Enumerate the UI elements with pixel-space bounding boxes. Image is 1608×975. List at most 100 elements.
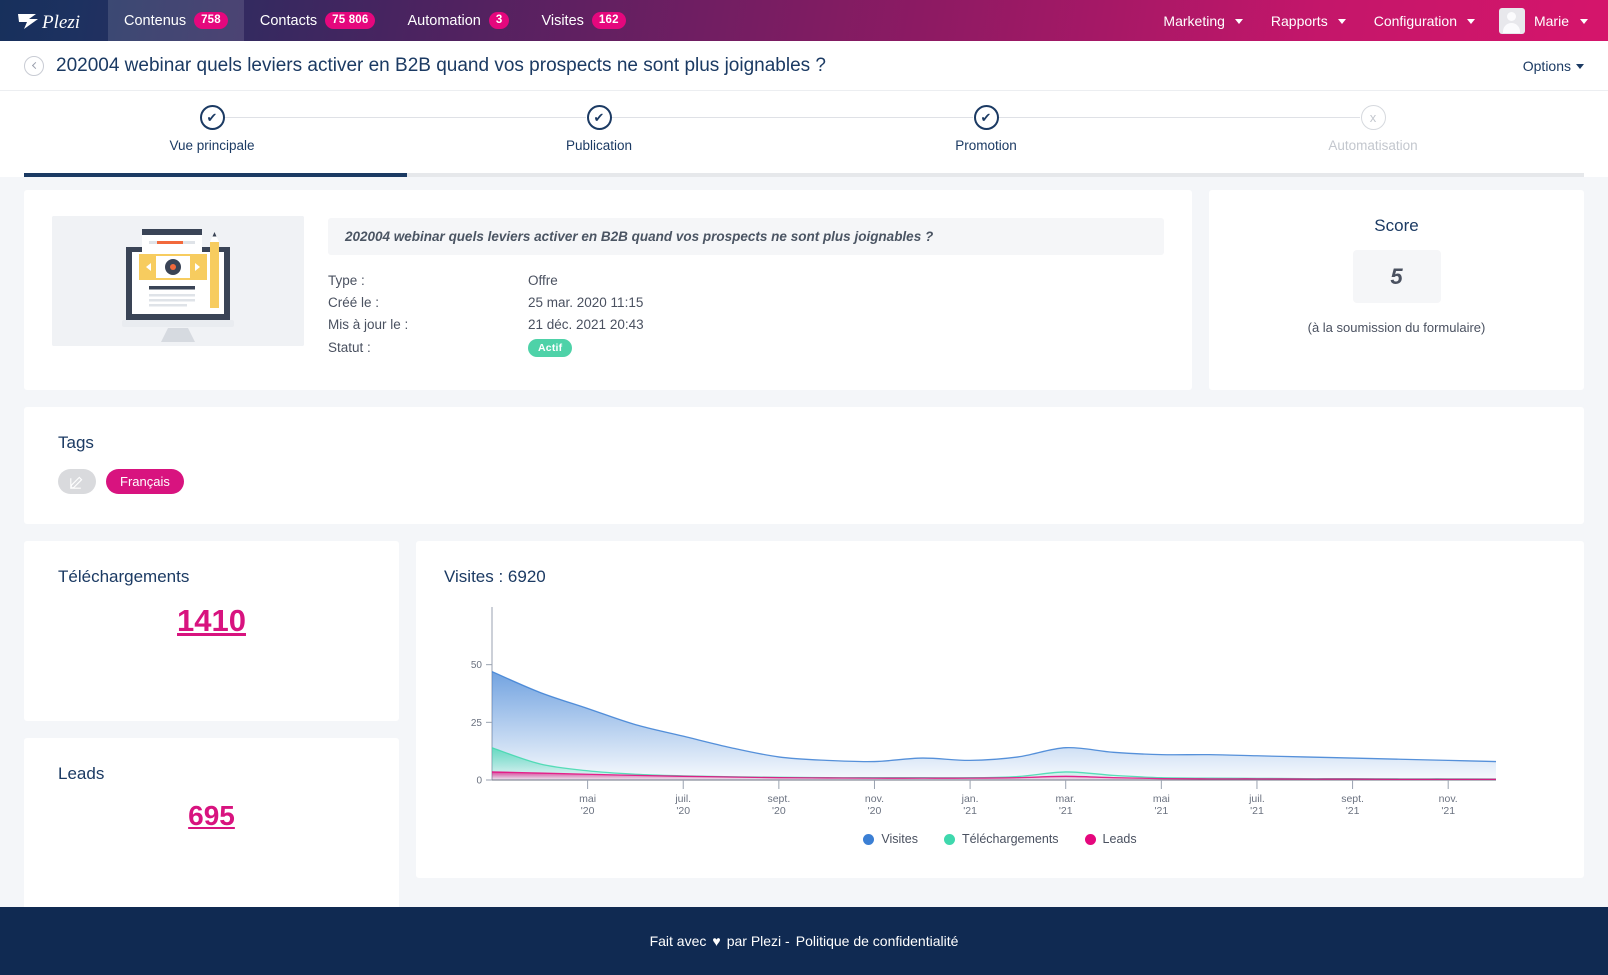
step-check-icon: ✔ — [586, 105, 612, 130]
status-badge: Actif — [528, 338, 573, 357]
stat-title: Téléchargements — [58, 567, 190, 586]
score-card: Score 5 (à la soumission du formulaire) — [1209, 190, 1584, 390]
chart-title: Visites : 6920 — [444, 567, 546, 586]
edit-tags-button[interactable] — [58, 469, 96, 494]
nav-item-automation[interactable]: Automation 3 — [391, 0, 525, 41]
meta-row-type: Type : Offre — [328, 269, 644, 291]
plezi-logo-icon: Plezi — [18, 12, 80, 33]
main-content: 202004 webinar quels leviers activer en … — [0, 177, 1608, 918]
visits-area-chart: 02550mai'20juil.'20sept.'20nov.'20jan.'2… — [471, 607, 1497, 817]
user-menu[interactable]: Marie — [1489, 0, 1594, 41]
legend-item-leads[interactable]: Leads — [1084, 832, 1137, 846]
svg-text:50: 50 — [471, 660, 483, 671]
meta-key: Mis à jour le : — [328, 316, 409, 332]
options-dropdown[interactable]: Options — [1523, 58, 1584, 74]
stat-card-leads: Leads 695 — [24, 738, 399, 918]
content-info-card: 202004 webinar quels leviers activer en … — [24, 190, 1192, 390]
nav-label-contenus: Contenus — [124, 12, 187, 29]
nav-badge-contacts: 75 806 — [325, 11, 376, 30]
nav-item-rapports[interactable]: Rapports — [1257, 0, 1360, 41]
document-monitor-icon — [52, 216, 304, 346]
nav-badge-automation: 3 — [488, 11, 510, 30]
svg-text:'20: '20 — [772, 805, 786, 817]
svg-text:sept.: sept. — [1341, 793, 1364, 805]
legend-color-dot — [863, 833, 875, 845]
step-label: Publication — [565, 138, 633, 153]
svg-text:'21: '21 — [1346, 805, 1360, 817]
chevron-down-icon — [1576, 64, 1584, 69]
meta-value: 25 mar. 2020 11:15 — [528, 294, 644, 310]
score-title: Score — [1374, 216, 1419, 235]
nav-label-rapports: Rapports — [1270, 12, 1328, 29]
tags-list: Français — [58, 469, 1550, 494]
legend-label: Visites — [881, 832, 918, 846]
nav-label-automation: Automation — [407, 12, 481, 29]
page-title: 202004 webinar quels leviers activer en … — [56, 54, 826, 76]
chevron-left-icon — [31, 61, 39, 70]
page-title-bar: 202004 webinar quels leviers activer en … — [0, 41, 1608, 91]
workflow-stepper: ✔ Vue principale ✔ Publication ✔ Promoti… — [0, 91, 1608, 177]
stat-value-leads[interactable]: 695 — [58, 800, 365, 832]
svg-text:jan.: jan. — [961, 793, 979, 805]
heart-icon: ♥ — [712, 933, 721, 949]
stepper-connector-line — [599, 117, 973, 118]
nav-item-contacts[interactable]: Contacts 75 806 — [244, 0, 392, 41]
stepper-step-vue-principale[interactable]: ✔ Vue principale — [112, 105, 312, 153]
stat-title: Leads — [58, 764, 105, 783]
svg-text:sept.: sept. — [767, 793, 790, 805]
stepper-step-promotion[interactable]: ✔ Promotion — [886, 105, 1086, 153]
svg-text:mai: mai — [1153, 793, 1170, 805]
content-title-value: 202004 webinar quels leviers activer en … — [328, 218, 1164, 255]
nav-label-marketing: Marketing — [1163, 12, 1225, 29]
tag-item-francais[interactable]: Français — [106, 469, 184, 494]
legend-item-visites[interactable]: Visites — [863, 832, 918, 846]
svg-text:'20: '20 — [676, 805, 690, 817]
meta-value: Offre — [528, 272, 558, 288]
plezi-logo[interactable]: Plezi — [0, 0, 108, 41]
svg-text:'21: '21 — [1250, 805, 1264, 817]
tags-title: Tags — [58, 433, 94, 452]
stat-card-telechargements: Téléchargements 1410 — [24, 541, 399, 721]
svg-text:0: 0 — [476, 776, 482, 787]
chevron-down-icon — [1466, 19, 1475, 24]
nav-right-group: Marketing Rapports Configuration Marie — [1149, 0, 1608, 41]
user-name: Marie — [1533, 12, 1569, 29]
visits-chart-card: Visites : 6920 0 25 50 mai '20 juil. '20 sept. '… — [416, 541, 1584, 878]
page-footer: Fait avec ♥ par Plezi - Politique de con… — [0, 907, 1608, 975]
svg-text:'20: '20 — [581, 805, 595, 817]
svg-text:Plezi: Plezi — [41, 12, 80, 33]
legend-item-telechargements[interactable]: Téléchargements — [943, 832, 1059, 846]
privacy-policy-link[interactable]: Politique de confidentialité — [796, 933, 959, 949]
stepper-step-publication[interactable]: ✔ Publication — [499, 105, 699, 153]
tags-card: Tags Français — [24, 407, 1584, 524]
meta-key: Statut : — [328, 340, 371, 355]
stepper-connector-line — [212, 117, 586, 118]
nav-label-contacts: Contacts — [259, 12, 318, 29]
svg-text:'21: '21 — [1154, 805, 1168, 817]
nav-item-configuration[interactable]: Configuration — [1360, 0, 1489, 41]
back-button[interactable] — [24, 55, 44, 76]
nav-item-marketing[interactable]: Marketing — [1149, 0, 1256, 41]
nav-item-visites[interactable]: Visites 162 — [525, 0, 641, 41]
svg-text:nov.: nov. — [1439, 793, 1458, 805]
stepper-connector-line — [986, 117, 1360, 118]
content-row-top: 202004 webinar quels leviers activer en … — [0, 177, 1608, 390]
svg-text:'20: '20 — [868, 805, 882, 817]
content-info-details: 202004 webinar quels leviers activer en … — [328, 216, 1164, 360]
nav-badge-visites: 162 — [591, 11, 626, 30]
footer-by: par Plezi - — [726, 933, 790, 949]
nav-item-contenus[interactable]: Contenus 758 — [108, 0, 244, 41]
legend-label: Téléchargements — [961, 832, 1059, 846]
svg-text:mai: mai — [579, 793, 596, 805]
step-check-icon: ✔ — [199, 105, 225, 130]
svg-text:mar.: mar. — [1056, 793, 1076, 805]
legend-color-dot — [943, 833, 955, 845]
meta-row-updated: Mis à jour le : 21 déc. 2021 20:43 — [328, 313, 644, 335]
svg-text:'21: '21 — [963, 805, 977, 817]
step-label: Automatisation — [1328, 138, 1418, 153]
content-thumbnail — [52, 216, 304, 346]
stepper-step-automatisation[interactable]: x Automatisation — [1273, 105, 1473, 153]
chevron-down-icon — [1337, 19, 1346, 24]
stat-value-telechargements[interactable]: 1410 — [58, 603, 365, 639]
